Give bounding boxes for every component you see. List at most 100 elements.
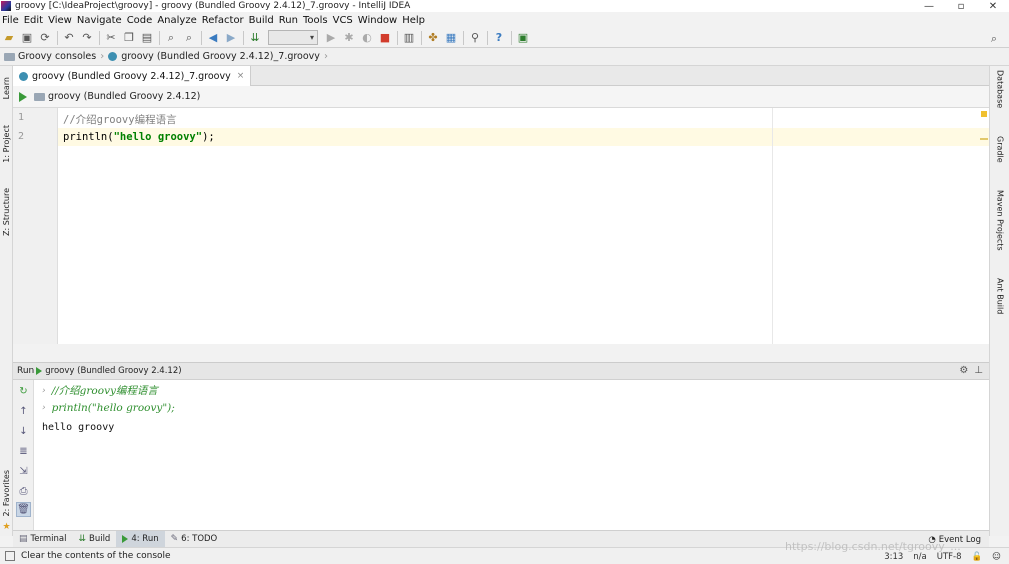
back-icon[interactable]: ◀: [204, 29, 222, 47]
find-icon[interactable]: ⌕: [162, 29, 180, 47]
left-tool-strip: Learn 1: Project Z: Structure 2: Favorit…: [0, 66, 13, 536]
terminal-icon: ▤: [19, 534, 28, 544]
run-icon[interactable]: ▶: [322, 29, 340, 47]
search-icon[interactable]: ⌕: [985, 30, 1003, 48]
menu-file[interactable]: File: [0, 15, 22, 26]
breadcrumb-separator-icon: ›: [323, 51, 328, 62]
code-terminator: );: [202, 131, 215, 143]
print-icon[interactable]: ⎙: [16, 484, 31, 499]
breadcrumb-item-groovy-consoles[interactable]: Groovy consoles: [4, 51, 96, 62]
file-encoding[interactable]: UTF-8: [937, 552, 962, 562]
save-icon[interactable]: ▣: [18, 29, 36, 47]
menu-build[interactable]: Build: [247, 15, 277, 26]
close-tab-icon[interactable]: ×: [237, 71, 245, 81]
forward-icon[interactable]: ▶: [222, 29, 240, 47]
lock-icon[interactable]: 🔓: [972, 552, 983, 562]
tab-groovy-console[interactable]: groovy (Bundled Groovy 2.4.12)_7.groovy …: [13, 66, 252, 86]
menu-run[interactable]: Run: [277, 15, 301, 26]
maximize-button[interactable]: ▫: [945, 0, 977, 12]
breadcrumb-item-file[interactable]: groovy (Bundled Groovy 2.4.12)_7.groovy: [108, 51, 320, 62]
tool-tab-project[interactable]: 1: Project: [0, 118, 13, 170]
copy-icon[interactable]: ❐: [120, 29, 138, 47]
bottom-tab-build[interactable]: ⇊ Build: [72, 531, 116, 548]
menu-view[interactable]: View: [46, 15, 75, 26]
menu-code[interactable]: Code: [125, 15, 156, 26]
tool-tab-database[interactable]: Database: [990, 70, 1009, 126]
inspection-status-icon[interactable]: [981, 111, 987, 117]
menu-help[interactable]: Help: [400, 15, 428, 26]
tool-tab-label: Ant Build: [995, 278, 1005, 315]
error-stripe-marker[interactable]: [980, 138, 988, 140]
tool-tab-maven-projects[interactable]: Maven Projects: [990, 190, 1009, 266]
run-play-icon: [36, 367, 43, 375]
terminal-icon[interactable]: ▣: [514, 29, 532, 47]
intellij-logo-icon: [1, 1, 11, 11]
tool-tab-ant-build[interactable]: Ant Build: [990, 278, 1009, 330]
bottom-tab-label: Build: [88, 534, 111, 544]
tool-tab-label: Gradle: [995, 136, 1005, 163]
bottom-tab-run[interactable]: 4: Run: [116, 530, 165, 548]
stop-icon[interactable]: ■: [376, 29, 394, 47]
menu-vcs[interactable]: VCS: [331, 15, 356, 26]
scroll-to-end-icon[interactable]: ⇲: [16, 464, 31, 479]
tool-tab-structure[interactable]: Z: Structure: [0, 181, 13, 243]
inspector-icon[interactable]: ☺: [992, 552, 1001, 562]
settings-icon[interactable]: ✤: [424, 29, 442, 47]
run-play-icon[interactable]: [19, 91, 27, 102]
scroll-up-icon[interactable]: ↑: [16, 404, 31, 419]
status-message: Clear the contents of the console: [21, 551, 171, 561]
console-toolbar: ↻ ↑ ↓ ≣ ⇲ ⎙ 🗑: [13, 380, 34, 530]
gear-icon[interactable]: ⚙: [959, 365, 968, 376]
scroll-down-icon[interactable]: ↓: [16, 424, 31, 439]
tool-tab-label: 1: Project: [2, 125, 11, 163]
bottom-tab-todo[interactable]: ✎ 6: TODO: [165, 531, 224, 548]
line-separator[interactable]: n/a: [913, 552, 926, 562]
paste-icon[interactable]: ▤: [138, 29, 156, 47]
menu-refactor[interactable]: Refactor: [200, 15, 247, 26]
debug-icon[interactable]: ✱: [340, 29, 358, 47]
run-panel-config[interactable]: groovy (Bundled Groovy 2.4.12): [45, 366, 181, 376]
menu-navigate[interactable]: Navigate: [75, 15, 125, 26]
soft-wrap-icon[interactable]: ≣: [16, 444, 31, 459]
sync-icon[interactable]: ⟳: [36, 29, 54, 47]
menu-window[interactable]: Window: [356, 15, 400, 26]
build-icon: ⇊: [78, 534, 86, 544]
build-icon[interactable]: ⇊: [246, 29, 264, 47]
hide-panel-icon[interactable]: ⊥: [974, 365, 983, 376]
code-comment: //介绍groovy编程语言: [63, 113, 177, 126]
menu-bar: File Edit View Navigate Code Analyze Ref…: [0, 12, 1009, 28]
code-editor[interactable]: 1 2 //介绍groovy编程语言 println("hello groovy…: [13, 108, 989, 344]
tool-tab-learn[interactable]: Learn: [0, 68, 13, 108]
bottom-tab-terminal[interactable]: ▤ Terminal: [13, 531, 72, 548]
clear-console-icon[interactable]: 🗑: [16, 502, 31, 517]
replace-icon[interactable]: ⌕: [180, 29, 198, 47]
coverage-icon[interactable]: ◐: [358, 29, 376, 47]
caret-position[interactable]: 3:13: [884, 552, 903, 562]
help-icon[interactable]: ?: [490, 29, 508, 47]
menu-analyze[interactable]: Analyze: [155, 15, 199, 26]
todo-icon: ✎: [170, 534, 179, 544]
run-config-select[interactable]: ▾: [268, 30, 318, 45]
code-line-2[interactable]: println("hello groovy");: [58, 128, 989, 146]
sdk-icon[interactable]: ▦: [442, 29, 460, 47]
vcs-icon[interactable]: ⚲: [466, 29, 484, 47]
menu-edit[interactable]: Edit: [22, 15, 46, 26]
tool-windows-toggle-icon[interactable]: [5, 551, 15, 561]
close-window-button[interactable]: ✕: [977, 0, 1009, 12]
open-folder-icon[interactable]: ▰: [0, 29, 18, 47]
tool-tab-gradle[interactable]: Gradle: [990, 136, 1009, 180]
run-panel-title: Run: [17, 366, 35, 376]
console-output[interactable]: › //介绍groovy编程语言 › println("hello groovy…: [34, 380, 989, 530]
code-line-1[interactable]: //介绍groovy编程语言: [58, 110, 989, 128]
tool-tab-favorites[interactable]: 2: Favorites: [0, 464, 13, 522]
window-title: groovy [C:\IdeaProject\groovy] - groovy …: [15, 1, 411, 11]
minimize-button[interactable]: —: [913, 0, 945, 12]
project-structure-icon[interactable]: ▥: [400, 29, 418, 47]
rerun-icon[interactable]: ↻: [16, 384, 31, 399]
console-line-text: //介绍groovy编程语言: [51, 385, 158, 397]
undo-icon[interactable]: ↶: [60, 29, 78, 47]
redo-icon[interactable]: ↷: [78, 29, 96, 47]
menu-tools[interactable]: Tools: [301, 15, 331, 26]
cut-icon[interactable]: ✂: [102, 29, 120, 47]
console-line-text: hello groovy: [42, 422, 115, 433]
